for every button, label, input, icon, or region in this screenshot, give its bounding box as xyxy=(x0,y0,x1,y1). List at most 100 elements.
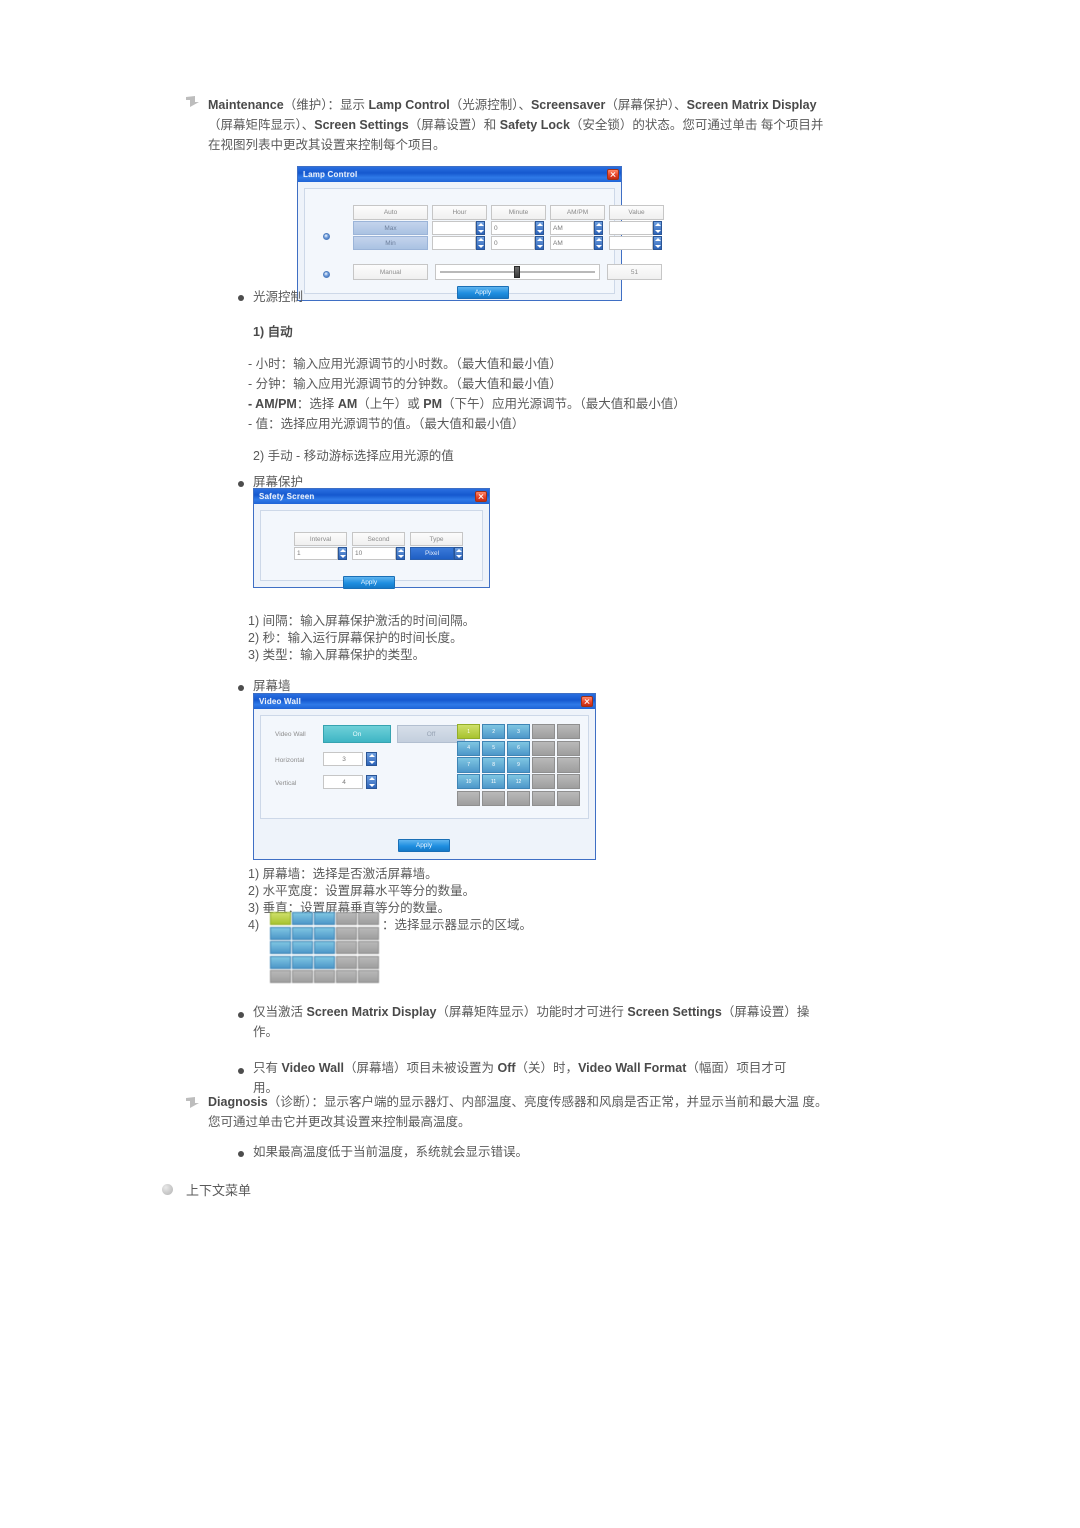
video-wall-cell[interactable] xyxy=(531,790,556,806)
video-wall-cell[interactable]: 5 xyxy=(481,740,506,756)
video-wall-cell[interactable] xyxy=(531,757,556,773)
video-wall-cell[interactable]: 7 xyxy=(457,757,481,773)
video-wall-cell[interactable] xyxy=(336,912,357,925)
video-wall-cell[interactable] xyxy=(314,970,335,983)
value-max-spinner[interactable] xyxy=(653,221,662,235)
type-select[interactable]: Pixel xyxy=(410,547,454,560)
video-wall-cell[interactable]: 2 xyxy=(481,724,506,740)
minute-max-input[interactable]: 0 xyxy=(491,221,535,235)
ampm-max-input[interactable]: AM xyxy=(550,221,594,235)
hour-max-input[interactable] xyxy=(432,221,476,235)
ampm-min-spinner[interactable] xyxy=(594,236,603,250)
video-wall-cell[interactable] xyxy=(292,955,313,969)
value-min-spinner[interactable] xyxy=(653,236,662,250)
ampm-max-spinner[interactable] xyxy=(594,221,603,235)
video-wall-cell[interactable] xyxy=(336,926,357,940)
video-wall-cell[interactable] xyxy=(358,955,379,969)
video-wall-cell[interactable] xyxy=(457,790,481,806)
video-wall-cell[interactable]: 6 xyxy=(506,740,531,756)
video-wall-cell[interactable] xyxy=(336,941,357,954)
video-wall-on-button[interactable]: On xyxy=(323,725,391,743)
hour-min-input[interactable] xyxy=(432,236,476,250)
apply-button[interactable]: Apply xyxy=(343,576,395,589)
interval-spinner[interactable] xyxy=(338,547,347,560)
hour-max-spinner[interactable] xyxy=(476,221,485,235)
video-wall-cell[interactable] xyxy=(292,941,313,954)
value-label: - 值 xyxy=(248,417,269,431)
video-wall-cell[interactable] xyxy=(314,955,335,969)
video-wall-cell[interactable] xyxy=(531,774,556,790)
auto-radio[interactable] xyxy=(323,233,330,240)
video-wall-cell[interactable]: 4 xyxy=(457,740,481,756)
vertical-input[interactable]: 4 xyxy=(323,775,363,789)
video-wall-cell[interactable] xyxy=(556,724,580,740)
video-wall-cell[interactable] xyxy=(358,970,379,983)
video-wall-cell[interactable] xyxy=(358,926,379,940)
interval-input[interactable]: 1 xyxy=(294,547,338,560)
video-wall-cell[interactable] xyxy=(336,970,357,983)
close-icon[interactable] xyxy=(581,696,593,707)
video-wall-cell[interactable]: 11 xyxy=(481,774,506,790)
video-wall-dialog[interactable]: Video Wall Video Wall On Off Horizontal … xyxy=(253,693,596,860)
minute-min-input[interactable]: 0 xyxy=(491,236,535,250)
video-wall-cell[interactable] xyxy=(336,955,357,969)
video-wall-cell[interactable]: 1 xyxy=(457,724,481,740)
video-wall-cell[interactable] xyxy=(292,912,313,925)
max-row-label[interactable]: Max xyxy=(353,221,428,235)
manual-radio[interactable] xyxy=(323,271,330,278)
video-wall-grid[interactable]: 1 2 3 4 5 6 7 8 9 10 11 12 xyxy=(457,724,580,806)
video-wall-cell[interactable] xyxy=(270,970,291,983)
close-icon[interactable] xyxy=(607,169,619,180)
video-wall-cell[interactable]: 12 xyxy=(506,774,531,790)
video-wall-cell[interactable] xyxy=(292,970,313,983)
vertical-spinner[interactable] xyxy=(366,775,377,789)
video-wall-cell[interactable] xyxy=(531,740,556,756)
value-max-input[interactable] xyxy=(609,221,653,235)
video-wall-cell[interactable] xyxy=(314,941,335,954)
video-wall-cell[interactable] xyxy=(531,724,556,740)
note1-text-3: （屏幕设置）操 xyxy=(721,1005,810,1019)
video-wall-cell[interactable] xyxy=(270,941,291,954)
screen-matrix-term: Screen Matrix xyxy=(686,98,769,112)
video-wall-cell[interactable] xyxy=(270,955,291,969)
minute-min-spinner[interactable] xyxy=(535,236,544,250)
video-wall-cell[interactable] xyxy=(270,926,291,940)
video-wall-cell[interactable] xyxy=(292,926,313,940)
video-wall-cell[interactable] xyxy=(314,912,335,925)
type-spinner[interactable] xyxy=(454,547,463,560)
manual-slider[interactable] xyxy=(435,264,600,280)
video-wall-cell[interactable] xyxy=(506,790,531,806)
horizontal-input[interactable]: 3 xyxy=(323,752,363,766)
video-wall-cell[interactable]: 10 xyxy=(457,774,481,790)
video-wall-cell[interactable]: 8 xyxy=(481,757,506,773)
pm-term: PM xyxy=(423,397,443,411)
video-wall-cell[interactable] xyxy=(358,941,379,954)
video-wall-cell[interactable] xyxy=(556,774,580,790)
video-wall-cell[interactable] xyxy=(556,740,580,756)
ampm-min-input[interactable]: AM xyxy=(550,236,594,250)
apply-button[interactable]: Apply xyxy=(457,286,509,299)
video-wall-cell[interactable] xyxy=(270,912,291,925)
value-min-input[interactable] xyxy=(609,236,653,250)
horizontal-spinner[interactable] xyxy=(366,752,377,766)
video-wall-cell[interactable] xyxy=(314,926,335,940)
apply-button[interactable]: Apply xyxy=(398,839,450,852)
video-wall-mini-grid xyxy=(270,912,379,983)
video-wall-cell[interactable]: 3 xyxy=(506,724,531,740)
video-wall-off-button[interactable]: Off xyxy=(397,725,465,743)
safety-screen-dialog[interactable]: Safety Screen Interval 1 Second 10 Type … xyxy=(253,488,490,589)
close-icon[interactable] xyxy=(475,491,487,502)
hour-min-spinner[interactable] xyxy=(476,236,485,250)
manual-button[interactable]: Manual xyxy=(353,264,428,280)
lamp-control-dialog[interactable]: Lamp Control Auto Max Min Hour Minute 0 xyxy=(297,166,664,301)
min-row-label[interactable]: Min xyxy=(353,236,428,250)
minute-max-spinner[interactable] xyxy=(535,221,544,235)
second-spinner[interactable] xyxy=(396,547,405,560)
second-input[interactable]: 10 xyxy=(352,547,396,560)
video-wall-cell[interactable]: 9 xyxy=(506,757,531,773)
slider-knob[interactable] xyxy=(514,266,520,278)
video-wall-cell[interactable] xyxy=(481,790,506,806)
video-wall-cell[interactable] xyxy=(556,790,580,806)
video-wall-cell[interactable] xyxy=(358,912,379,925)
video-wall-cell[interactable] xyxy=(556,757,580,773)
